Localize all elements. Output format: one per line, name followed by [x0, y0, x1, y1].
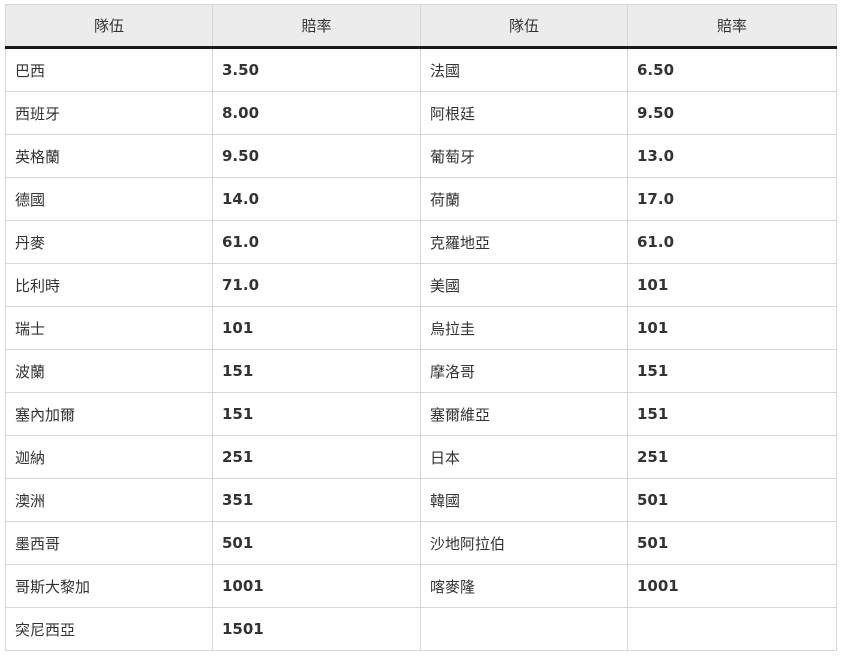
team-name-cell: 韓國	[420, 478, 628, 522]
team-name-cell: 巴西	[5, 47, 213, 92]
team-name-cell: 迦納	[5, 435, 213, 479]
odds-cell: 101	[212, 306, 421, 350]
odds-cell: 8.00	[212, 91, 421, 135]
team-name-cell: 摩洛哥	[420, 349, 628, 393]
table-row: 塞內加爾 151 塞爾維亞 151	[5, 392, 837, 436]
table-row: 丹麥 61.0 克羅地亞 61.0	[5, 220, 837, 264]
odds-cell: 9.50	[627, 91, 837, 135]
team-name-cell: 德國	[5, 177, 213, 221]
odds-cell: 6.50	[627, 47, 837, 92]
team-name-cell: 丹麥	[5, 220, 213, 264]
table-body: 巴西 3.50 法國 6.50 西班牙 8.00 阿根廷 9.50 英格蘭 9.50 葡萄牙 13.0…	[5, 47, 837, 651]
table-row: 西班牙 8.00 阿根廷 9.50	[5, 91, 837, 135]
odds-cell: 351	[212, 478, 421, 522]
team-name-cell: 墨西哥	[5, 521, 213, 565]
team-name-cell: 波蘭	[5, 349, 213, 393]
table-row: 比利時 71.0 美國 101	[5, 263, 837, 307]
table-row: 墨西哥 501 沙地阿拉伯 501	[5, 521, 837, 565]
team-name-cell: 美國	[420, 263, 628, 307]
team-name-cell: 烏拉圭	[420, 306, 628, 350]
table-row: 瑞士 101 烏拉圭 101	[5, 306, 837, 350]
header-odds-2: 賠率	[627, 4, 837, 49]
team-name-cell: 克羅地亞	[420, 220, 628, 264]
team-name-cell: 澳洲	[5, 478, 213, 522]
table-header: 隊伍 賠率 隊伍 賠率	[5, 4, 837, 49]
odds-cell: 251	[627, 435, 837, 479]
team-name-cell: 法國	[420, 47, 628, 92]
odds-cell: 101	[627, 306, 837, 350]
table-row: 迦納 251 日本 251	[5, 435, 837, 479]
header-row: 隊伍 賠率 隊伍 賠率	[5, 4, 837, 49]
team-name-cell: 葡萄牙	[420, 134, 628, 178]
odds-cell: 17.0	[627, 177, 837, 221]
table-row: 德國 14.0 荷蘭 17.0	[5, 177, 837, 221]
odds-cell: 151	[212, 349, 421, 393]
odds-cell: 501	[627, 521, 837, 565]
odds-cell: 1501	[212, 607, 421, 651]
table-row: 突尼西亞 1501	[5, 607, 837, 651]
team-name-cell: 塞內加爾	[5, 392, 213, 436]
odds-table: 隊伍 賠率 隊伍 賠率 巴西 3.50 法國 6.50 西班牙 8.00 阿根廷 9.50 英格…	[5, 4, 837, 651]
team-name-cell: 瑞士	[5, 306, 213, 350]
odds-cell: 9.50	[212, 134, 421, 178]
team-name-cell: 哥斯大黎加	[5, 564, 213, 608]
odds-cell: 1001	[212, 564, 421, 608]
team-name-cell: 西班牙	[5, 91, 213, 135]
team-name-cell: 突尼西亞	[5, 607, 213, 651]
odds-cell	[627, 607, 837, 651]
team-name-cell: 塞爾維亞	[420, 392, 628, 436]
odds-cell: 151	[212, 392, 421, 436]
odds-cell: 61.0	[212, 220, 421, 264]
odds-cell: 3.50	[212, 47, 421, 92]
team-name-cell: 沙地阿拉伯	[420, 521, 628, 565]
team-name-cell: 英格蘭	[5, 134, 213, 178]
odds-cell: 151	[627, 349, 837, 393]
odds-cell: 151	[627, 392, 837, 436]
odds-cell: 251	[212, 435, 421, 479]
team-name-cell: 喀麥隆	[420, 564, 628, 608]
team-name-cell: 阿根廷	[420, 91, 628, 135]
odds-cell: 61.0	[627, 220, 837, 264]
header-team-2: 隊伍	[420, 4, 628, 49]
odds-cell: 71.0	[212, 263, 421, 307]
odds-cell: 501	[212, 521, 421, 565]
table-row: 哥斯大黎加 1001 喀麥隆 1001	[5, 564, 837, 608]
team-name-cell: 比利時	[5, 263, 213, 307]
odds-cell: 13.0	[627, 134, 837, 178]
header-team-1: 隊伍	[5, 4, 213, 49]
header-odds-1: 賠率	[212, 4, 421, 49]
odds-cell: 101	[627, 263, 837, 307]
team-name-cell	[420, 607, 628, 651]
table-row: 波蘭 151 摩洛哥 151	[5, 349, 837, 393]
odds-cell: 501	[627, 478, 837, 522]
table-row: 澳洲 351 韓國 501	[5, 478, 837, 522]
table-row: 英格蘭 9.50 葡萄牙 13.0	[5, 134, 837, 178]
table-row: 巴西 3.50 法國 6.50	[5, 47, 837, 92]
team-name-cell: 荷蘭	[420, 177, 628, 221]
team-name-cell: 日本	[420, 435, 628, 479]
odds-cell: 14.0	[212, 177, 421, 221]
odds-cell: 1001	[627, 564, 837, 608]
